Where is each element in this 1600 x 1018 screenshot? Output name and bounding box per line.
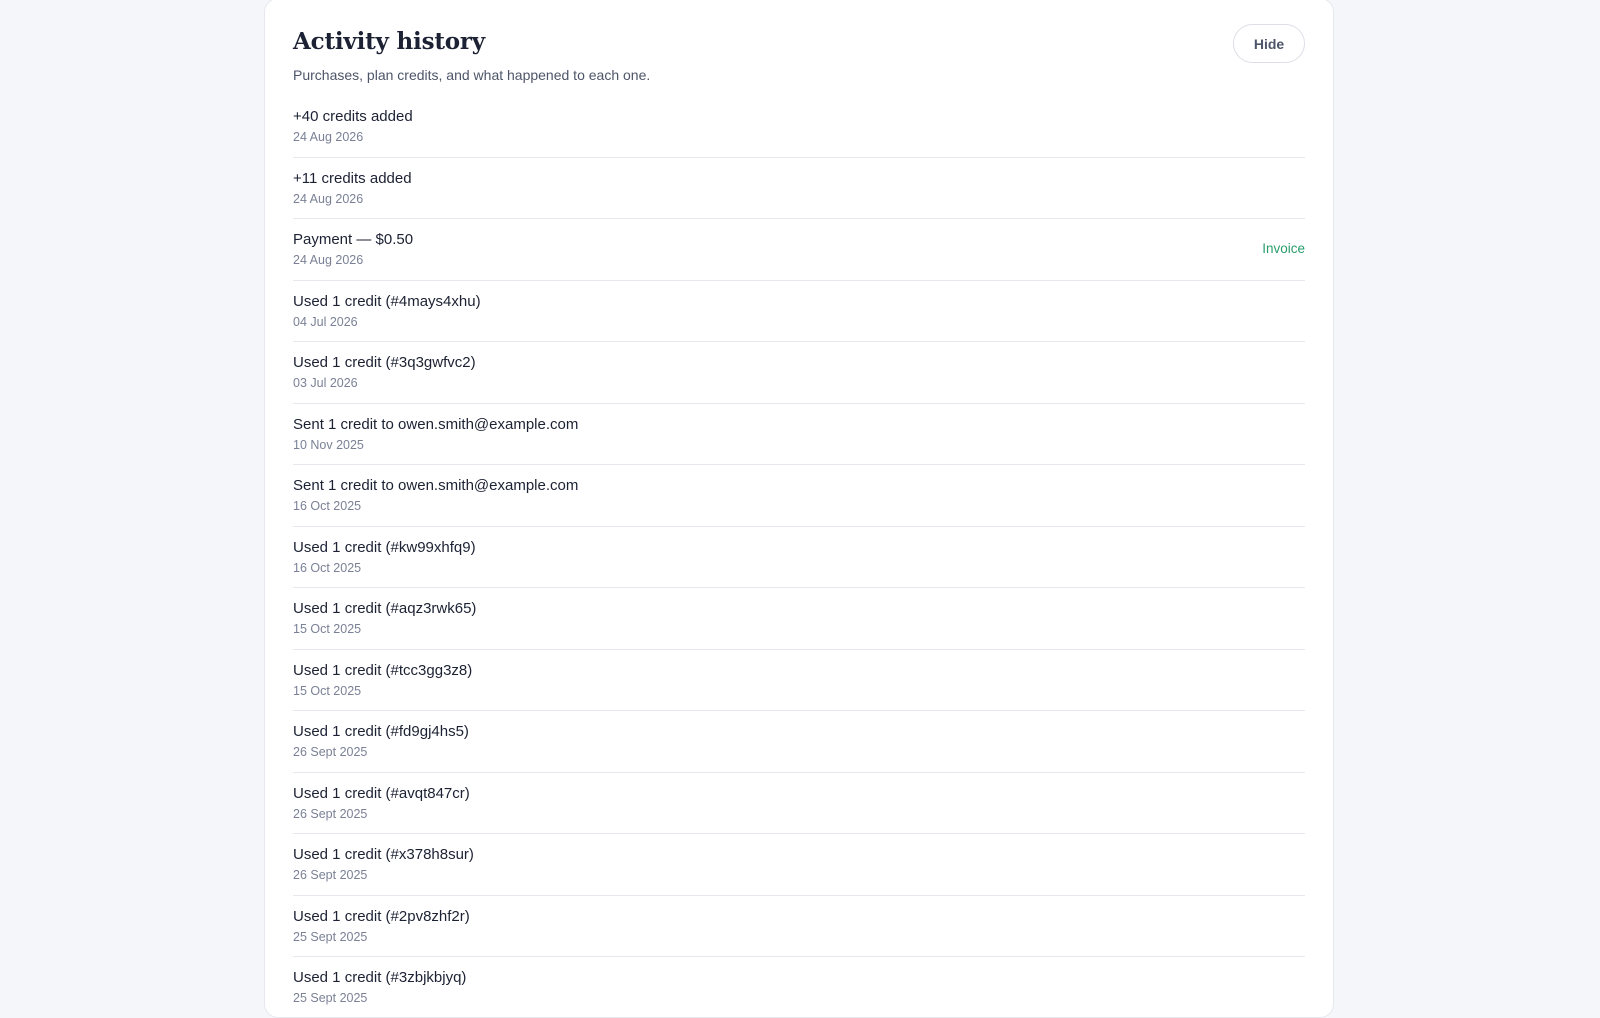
- page-subtitle: Purchases, plan credits, and what happen…: [293, 67, 651, 83]
- activity-title: Used 1 credit (#3q3gwfvc2): [293, 354, 476, 371]
- activity-date: 15 Oct 2025: [293, 683, 362, 698]
- activity-date: 26 Sept 2025: [293, 868, 368, 882]
- activity-date: 15 Oct 2025: [293, 622, 362, 636]
- list-item: Payment — $0.50 24 Aug 2026 Invoice: [293, 219, 1305, 281]
- activity-date: 04 Jul 2026: [293, 314, 358, 329]
- list-item: Used 1 credit (#fd9gj4hs5) 26 Sept 2025: [293, 711, 1305, 773]
- list-item: Sent 1 credit to owen.smith@example.com 1…: [293, 404, 1305, 465]
- list-item: Used 1 credit (#2pv8zhf2r) 25 Sept 2025: [293, 896, 1305, 957]
- list-item: Used 1 credit (#kw99xhfq9) 16 Oct 2025: [293, 527, 1305, 588]
- activity-title: Used 1 credit (#fd9gj4hs5): [293, 723, 469, 740]
- activity-title: Used 1 credit (#avqt847cr): [293, 784, 470, 802]
- activity-date: 16 Oct 2025: [293, 499, 362, 513]
- list-item: +40 credits added 24 Aug 2026: [293, 96, 1305, 158]
- page-title: Activity history: [293, 28, 485, 55]
- activity-date: 24 Aug 2026: [293, 253, 364, 267]
- activity-title: +40 credits added: [293, 108, 413, 125]
- activity-date: 24 Aug 2026: [293, 130, 364, 144]
- list-item: Used 1 credit (#x378h8sur) 26 Sept 2025: [293, 834, 1305, 896]
- list-item: Used 1 credit (#aqz3rwk65) 15 Oct 2025: [293, 588, 1305, 650]
- list-item: Used 1 credit (#4mays4xhu) 04 Jul 2026: [293, 281, 1305, 342]
- list-item: +11 credits added 24 Aug 2026: [293, 158, 1305, 219]
- activity-date: 03 Jul 2026: [293, 376, 358, 390]
- activity-title: Sent 1 credit to owen.smith@example.com: [293, 477, 579, 494]
- activity-date: 16 Oct 2025: [293, 560, 362, 575]
- list-item: Used 1 credit (#3zbjkbjyq) 25 Sept 2025: [293, 957, 1305, 1017]
- activity-title: Payment — $0.50: [293, 231, 414, 248]
- activity-title: +11 credits added: [293, 169, 412, 187]
- activity-date: 10 Nov 2025: [293, 437, 364, 452]
- activity-title: Used 1 credit (#3zbjkbjyq): [293, 969, 467, 986]
- activity-date: 24 Aug 2026: [293, 191, 364, 206]
- hide-button[interactable]: Hide: [1233, 24, 1305, 63]
- activity-title: Sent 1 credit to owen.smith@example.com: [293, 415, 579, 433]
- list-item: Sent 1 credit to owen.smith@example.com 1…: [293, 465, 1305, 527]
- list-item: Used 1 credit (#tcc3gg3z8) 15 Oct 2025: [293, 650, 1305, 711]
- activity-title: Used 1 credit (#kw99xhfq9): [293, 538, 476, 556]
- activity-title: Used 1 credit (#aqz3rwk65): [293, 600, 477, 617]
- activity-history-panel: Activity history Purchases, plan credits…: [264, 0, 1334, 1018]
- activity-date: 25 Sept 2025: [293, 991, 368, 1005]
- activity-list: +40 credits added 24 Aug 2026 +11 credits …: [293, 96, 1305, 1017]
- activity-title: Used 1 credit (#tcc3gg3z8): [293, 661, 473, 679]
- list-item: Used 1 credit (#3q3gwfvc2) 03 Jul 2026: [293, 342, 1305, 404]
- activity-title: Used 1 credit (#4mays4xhu): [293, 292, 481, 310]
- activity-title: Used 1 credit (#x378h8sur): [293, 846, 474, 863]
- activity-title: Used 1 credit (#2pv8zhf2r): [293, 907, 470, 925]
- panel-header: Activity history Purchases, plan credits…: [265, 0, 1333, 85]
- list-item: Used 1 credit (#avqt847cr) 26 Sept 2025: [293, 773, 1305, 834]
- invoice-link[interactable]: Invoice: [1262, 241, 1305, 256]
- activity-date: 26 Sept 2025: [293, 745, 368, 759]
- activity-date: 26 Sept 2025: [293, 806, 368, 821]
- activity-date: 25 Sept 2025: [293, 929, 368, 944]
